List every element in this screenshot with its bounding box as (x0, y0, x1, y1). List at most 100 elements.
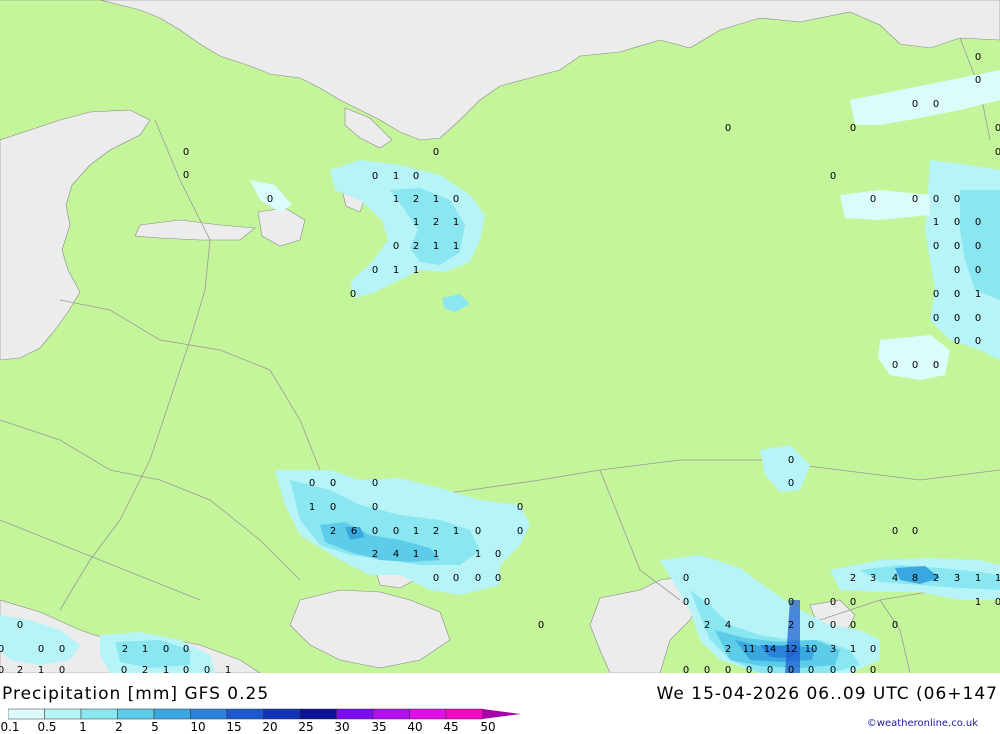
precip-value-label: 0 (995, 147, 1000, 158)
precip-value-label: 0 (912, 99, 918, 110)
precip-value-label: 1 (413, 217, 419, 228)
legend-label: 0.5 (37, 720, 57, 734)
legend-label: 45 (443, 720, 459, 734)
precip-value-label: 0 (830, 597, 836, 608)
precip-value-label: 0 (830, 171, 836, 182)
precip-value-label: 0 (372, 526, 378, 537)
precip-value-label: 0 (954, 313, 960, 324)
precip-value-label: 0 (975, 265, 981, 276)
precip-value-label: 1 (225, 665, 231, 673)
precip-value-label: 0 (183, 665, 189, 673)
legend-label: 15 (226, 720, 242, 734)
legend-swatch (190, 708, 228, 720)
precip-value-label: 1 (453, 526, 459, 537)
precip-value-label: 0 (954, 265, 960, 276)
legend-label: 1 (79, 720, 87, 734)
precip-value-label: 0 (850, 665, 856, 673)
precip-value-label: 0 (892, 526, 898, 537)
precip-value-label: 0 (517, 502, 523, 513)
legend-swatch (409, 708, 447, 720)
precip-value-label: 0 (788, 665, 794, 673)
precip-value-label: 1 (38, 665, 44, 673)
precip-value-label: 1 (433, 194, 439, 205)
precip-value-label: 0 (808, 620, 814, 631)
precip-value-label: 0 (975, 336, 981, 347)
precip-value-label: 1 (975, 573, 981, 584)
precip-value-label: 0 (995, 597, 1000, 608)
precip-value-label: 2 (850, 573, 856, 584)
precip-value-label: 0 (330, 478, 336, 489)
precip-value-label: 8 (912, 573, 918, 584)
precip-value-label: 0 (725, 665, 731, 673)
precip-value-label: 0 (933, 241, 939, 252)
precip-value-label: 0 (121, 665, 127, 673)
legend-label: 35 (371, 720, 387, 734)
precip-value-label: 1 (309, 502, 315, 513)
precip-value-label: 0 (350, 289, 356, 300)
precip-value-label: 0 (59, 665, 65, 673)
legend-label: 2 (115, 720, 123, 734)
precip-value-label: 0 (933, 360, 939, 371)
precip-value-label: 2 (433, 217, 439, 228)
precip-value-label: 0 (850, 123, 856, 134)
precip-value-label: 0 (413, 171, 419, 182)
precip-value-label: 4 (892, 573, 898, 584)
credit-link[interactable]: ©weatheronline.co.uk (867, 718, 978, 729)
legend-swatch (44, 708, 82, 720)
legend-label: 30 (334, 720, 350, 734)
legend-swatch (336, 708, 374, 720)
precip-value-label: 0 (0, 644, 4, 655)
precip-value-label: 11 (743, 644, 756, 655)
precip-value-label: 1 (433, 549, 439, 560)
precip-value-label: 1 (475, 549, 481, 560)
precip-value-label: 0 (933, 289, 939, 300)
precip-value-label: 0 (975, 313, 981, 324)
precip-value-label: 1 (413, 265, 419, 276)
precip-value-label: 0 (372, 478, 378, 489)
precip-value-label: 0 (495, 549, 501, 560)
precip-value-label: 1 (933, 217, 939, 228)
legend-swatch (263, 708, 301, 720)
legend-label: 25 (298, 720, 314, 734)
precip-value-label: 0 (0, 665, 4, 673)
precip-value-label: 3 (870, 573, 876, 584)
precip-value-label: 0 (538, 620, 544, 631)
precip-value-label: 0 (38, 644, 44, 655)
precip-value-label: 1 (453, 241, 459, 252)
precip-value-label: 2 (433, 526, 439, 537)
precip-value-label: 0 (704, 597, 710, 608)
precip-value-label: 0 (830, 665, 836, 673)
precip-value-label: 0 (954, 241, 960, 252)
precip-value-label: 12 (785, 644, 798, 655)
precip-value-label: 0 (204, 665, 210, 673)
precip-value-label: 1 (995, 573, 1000, 584)
precip-value-label: 2 (725, 644, 731, 655)
precip-value-label: 1 (393, 265, 399, 276)
legend-swatch (372, 708, 410, 720)
precip-value-label: 2 (330, 526, 336, 537)
legend-label: 40 (407, 720, 423, 734)
precip-value-label: 6 (351, 526, 357, 537)
precip-value-label: 0 (954, 194, 960, 205)
precip-value-label: 0 (517, 526, 523, 537)
precip-value-label: 0 (453, 573, 459, 584)
precip-value-label: 0 (975, 75, 981, 86)
precip-value-label: 0 (746, 665, 752, 673)
precip-value-label: 0 (912, 194, 918, 205)
precip-value-label: 0 (892, 360, 898, 371)
precip-value-label: 0 (954, 289, 960, 300)
precip-value-label: 0 (933, 194, 939, 205)
precipitation-map: 00000 1 01 2 1 01 2 10 2 1 10 1 10000 00 0 0000 0 0 01 0 00 0… (0, 0, 1000, 673)
precip-value-label: 2 (933, 573, 939, 584)
precip-value-label: 0 (975, 52, 981, 63)
precipitation-legend-bar (8, 708, 520, 720)
precip-value-label: 0 (330, 502, 336, 513)
legend-label: 10 (190, 720, 206, 734)
precip-value-label: 0 (372, 265, 378, 276)
precip-value-label: 0 (725, 123, 731, 134)
forecast-datetime: We 15-04-2026 06..09 UTC (06+147 (656, 684, 998, 704)
precip-value-label: 0 (850, 620, 856, 631)
precip-value-label: 0 (912, 526, 918, 537)
precip-value-label: 0 (850, 597, 856, 608)
precip-value-label: 0 (183, 170, 189, 181)
